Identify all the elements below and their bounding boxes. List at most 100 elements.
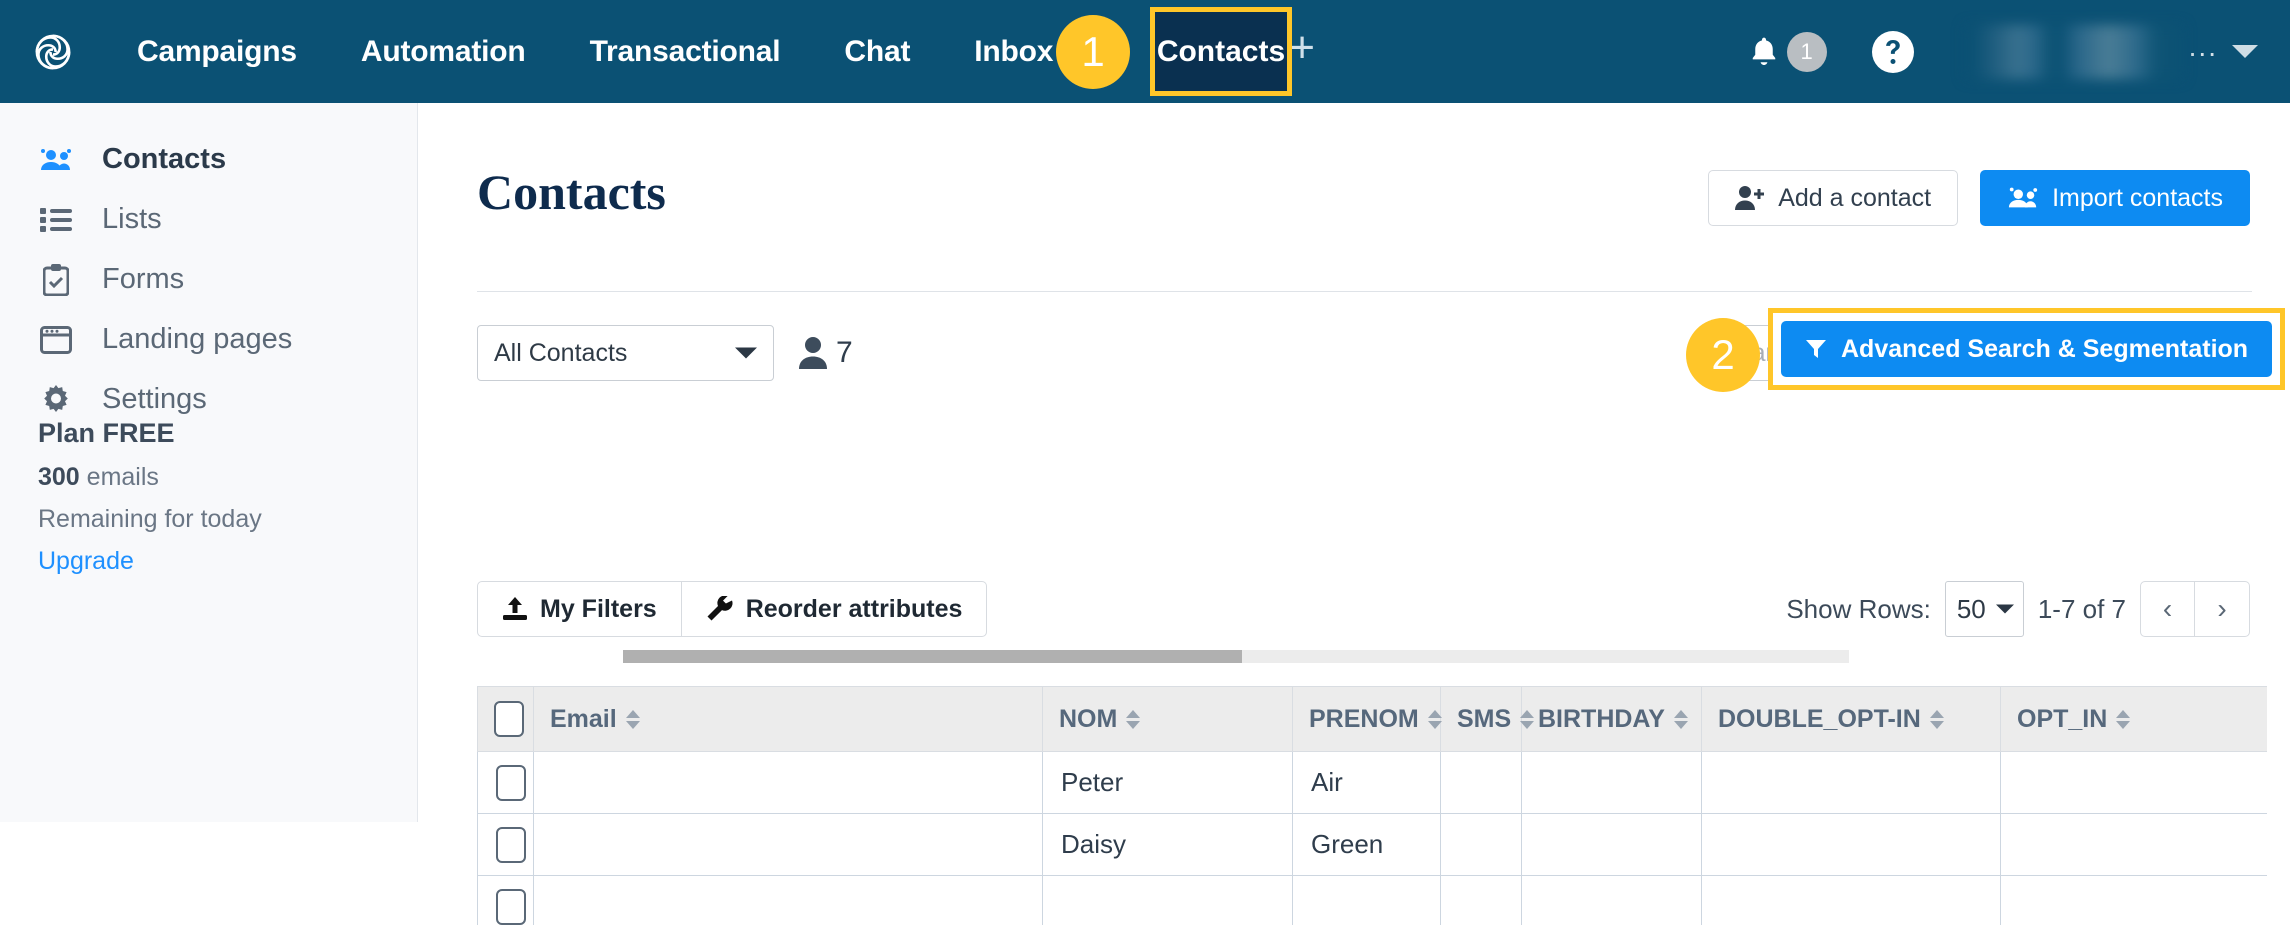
sort-icon-opt-in[interactable] (2116, 710, 2130, 729)
row-select-cell (478, 876, 534, 925)
table-row[interactable]: Peter Air (478, 752, 2268, 814)
column-label-sms: SMS (1457, 705, 1511, 734)
chevron-down-icon (1996, 605, 2014, 614)
upgrade-link[interactable]: Upgrade (38, 547, 262, 576)
callout-badge-2: 2 (1686, 318, 1760, 392)
pagination-range: 1-7 of 7 (2038, 594, 2126, 625)
cell-double-opt-in[interactable] (1702, 876, 2001, 925)
sidebar-item-landing-pages[interactable]: Landing pages (0, 311, 417, 368)
cell-nom[interactable]: Daisy (1043, 814, 1293, 876)
contacts-nav-tab-label: Contacts (1157, 35, 1285, 69)
row-select-cell (478, 752, 534, 814)
nav-item-campaigns[interactable]: Campaigns (105, 0, 329, 103)
cell-opt-in[interactable] (2001, 814, 2268, 876)
previous-page-button[interactable]: ‹ (2140, 581, 2195, 637)
window-icon (38, 323, 74, 357)
column-label-birthday: BIRTHDAY (1538, 705, 1665, 734)
person-plus-icon (1735, 185, 1765, 211)
cell-prenom[interactable] (1293, 876, 1441, 925)
sort-icon-nom[interactable] (1126, 710, 1140, 729)
contact-list-select[interactable]: All Contacts (477, 325, 774, 381)
sidebar-item-contacts[interactable]: Contacts (0, 131, 417, 188)
cell-birthday[interactable] (1522, 752, 1702, 814)
page-title: Contacts (477, 163, 666, 221)
header-actions: Add a contact Import contacts (1708, 170, 2250, 226)
row-checkbox[interactable] (496, 889, 526, 925)
contacts-nav-tab[interactable]: Contacts (1150, 7, 1292, 96)
my-filters-button[interactable]: My Filters (477, 581, 682, 637)
reorder-attributes-button[interactable]: Reorder attributes (682, 581, 988, 637)
cell-opt-in[interactable] (2001, 876, 2268, 925)
list-icon (38, 203, 74, 237)
column-label-nom: NOM (1059, 705, 1117, 734)
person-icon (798, 336, 828, 370)
column-header-sms[interactable]: SMS (1441, 687, 1522, 752)
cell-email[interactable] (534, 814, 1043, 876)
table-row[interactable]: Daisy Green (478, 814, 2268, 876)
funnel-icon (1805, 338, 1827, 360)
column-header-birthday[interactable]: BIRTHDAY (1522, 687, 1702, 752)
advanced-search-button[interactable]: Advanced Search & Segmentation (1781, 321, 2272, 377)
sidebar-item-lists[interactable]: Lists (0, 191, 417, 248)
cell-email[interactable] (534, 876, 1043, 925)
column-label-prenom: PRENOM (1309, 705, 1419, 734)
show-rows-label: Show Rows: (1786, 594, 1931, 625)
sort-icon-prenom[interactable] (1428, 710, 1442, 729)
cell-birthday[interactable] (1522, 876, 1702, 925)
cell-opt-in[interactable] (2001, 752, 2268, 814)
pagination-controls: Show Rows: 50 1-7 of 7 ‹ › (1786, 581, 2250, 637)
column-header-nom[interactable]: NOM (1043, 687, 1293, 752)
column-header-double-opt-in[interactable]: DOUBLE_OPT-IN (1702, 687, 2001, 752)
row-checkbox[interactable] (496, 827, 526, 863)
sort-icon-double-opt-in[interactable] (1930, 710, 1944, 729)
sort-icon-email[interactable] (626, 710, 640, 729)
nav-item-automation[interactable]: Automation (329, 0, 558, 103)
column-label-email: Email (550, 705, 617, 734)
help-icon[interactable] (1871, 30, 1915, 74)
cell-double-opt-in[interactable] (1702, 752, 2001, 814)
callout-badge-1: 1 (1056, 15, 1130, 89)
sidebar-item-forms[interactable]: Forms (0, 251, 417, 308)
cell-email[interactable] (534, 752, 1043, 814)
cell-nom[interactable]: Peter (1043, 752, 1293, 814)
nav-item-chat[interactable]: Chat (812, 0, 942, 103)
row-checkbox[interactable] (496, 765, 526, 801)
contact-list-selected-value: All Contacts (494, 339, 627, 368)
column-header-email[interactable]: Email (534, 687, 1043, 752)
top-navigation-bar: Campaigns Automation Transactional Chat … (0, 0, 2290, 103)
bell-icon (1749, 35, 1779, 69)
column-header-opt-in[interactable]: OPT_IN (2001, 687, 2268, 752)
notifications-button[interactable]: 1 (1749, 32, 1827, 72)
import-contacts-button[interactable]: Import contacts (1980, 170, 2250, 226)
cell-prenom[interactable]: Air (1293, 752, 1441, 814)
account-menu-chevron-down-icon[interactable] (2232, 45, 2258, 58)
cell-double-opt-in[interactable] (1702, 814, 2001, 876)
cell-birthday[interactable] (1522, 814, 1702, 876)
cell-sms[interactable] (1441, 876, 1522, 925)
table-horizontal-scrollbar[interactable] (623, 650, 1849, 663)
upload-filter-icon (502, 596, 528, 622)
rows-per-page-select[interactable]: 50 (1945, 581, 2024, 637)
column-header-prenom[interactable]: PRENOM (1293, 687, 1441, 752)
nav-item-transactional[interactable]: Transactional (558, 0, 813, 103)
table-horizontal-scrollbar-thumb[interactable] (623, 650, 1242, 663)
sort-icon-sms[interactable] (1520, 710, 1534, 729)
my-filters-label: My Filters (540, 595, 657, 624)
next-page-button[interactable]: › (2195, 581, 2250, 637)
row-select-cell (478, 814, 534, 876)
sidebar-label-lists: Lists (102, 203, 162, 236)
sort-icon-birthday[interactable] (1674, 710, 1688, 729)
gear-icon (38, 383, 74, 417)
select-all-checkbox[interactable] (494, 701, 524, 737)
sendinblue-logo[interactable] (0, 0, 105, 103)
user-account-name-redacted[interactable] (1965, 25, 2183, 79)
sidebar-label-settings: Settings (102, 383, 207, 416)
clipboard-check-icon (38, 263, 74, 297)
cell-sms[interactable] (1441, 752, 1522, 814)
cell-nom[interactable] (1043, 876, 1293, 925)
table-row[interactable] (478, 876, 2268, 925)
cell-prenom[interactable]: Green (1293, 814, 1441, 876)
add-contact-button[interactable]: Add a contact (1708, 170, 1958, 226)
cell-sms[interactable] (1441, 814, 1522, 876)
plan-title: Plan FREE (38, 418, 262, 449)
